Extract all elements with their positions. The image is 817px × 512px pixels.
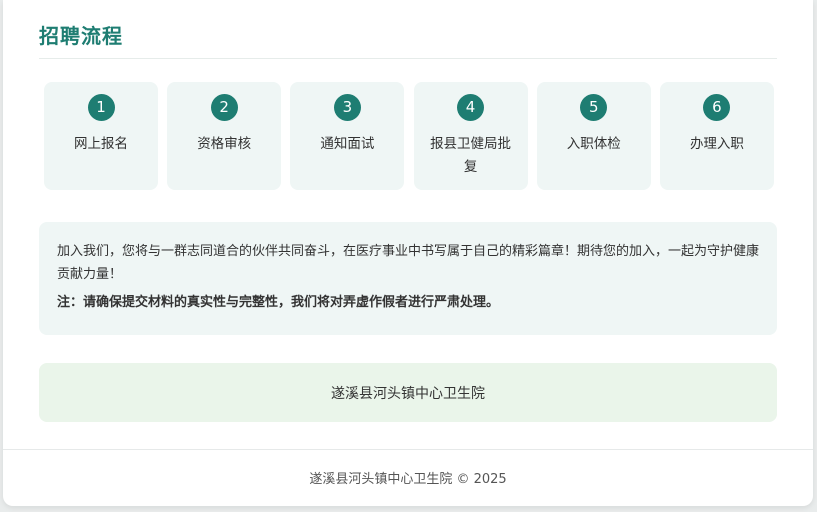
step-label: 入职体检 [566,136,621,152]
step-label: 网上报名 [74,136,128,152]
process-step-2: 2 资格审核 [167,82,282,190]
step-number-badge: 3 [333,94,361,121]
step-number-badge: 2 [210,94,238,121]
info-box: 加入我们，您将与一群志同道合的伙伴共同奋斗，在医疗事业中书写属于自己的精彩篇章！… [39,222,777,335]
step-label: 办理入职 [689,136,744,152]
process-step-5: 5 入职体检 [536,82,651,190]
step-label: 通知面试 [320,136,375,152]
step-number-badge: 1 [87,94,115,121]
organization-name: 遂溪县河头镇中心卫生院 [39,363,777,422]
section-title: 招聘流程 [39,24,123,48]
footer-divider [3,449,813,450]
process-step-1: 1 网上报名 [44,82,158,190]
process-step-4: 4 报县卫健局批复 [413,82,528,190]
step-label: 资格审核 [197,136,252,152]
title-divider [39,58,777,59]
process-step-6: 6 办理入职 [659,82,774,190]
process-step-3: 3 通知面试 [290,82,405,190]
step-label: 报县卫健局批复 [430,136,512,175]
process-steps: 1 网上报名 2 资格审核 3 通知面试 4 报县卫健局批复 5 入职体检 6 … [44,82,774,190]
step-number-badge: 6 [703,94,731,121]
recruitment-card: 招聘流程 1 网上报名 2 资格审核 3 通知面试 4 报县卫健局批复 5 入职… [3,0,813,506]
step-number-badge: 5 [580,94,608,121]
step-number-badge: 4 [457,94,485,121]
info-text: 加入我们，您将与一群志同道合的伙伴共同奋斗，在医疗事业中书写属于自己的精彩篇章！… [57,244,760,282]
footer-copyright: 遂溪县河头镇中心卫生院 © 2025 [309,472,507,487]
info-note: 注：请确保提交材料的真实性与完整性，我们将对弄虚作假者进行严肃处理。 [57,295,500,310]
